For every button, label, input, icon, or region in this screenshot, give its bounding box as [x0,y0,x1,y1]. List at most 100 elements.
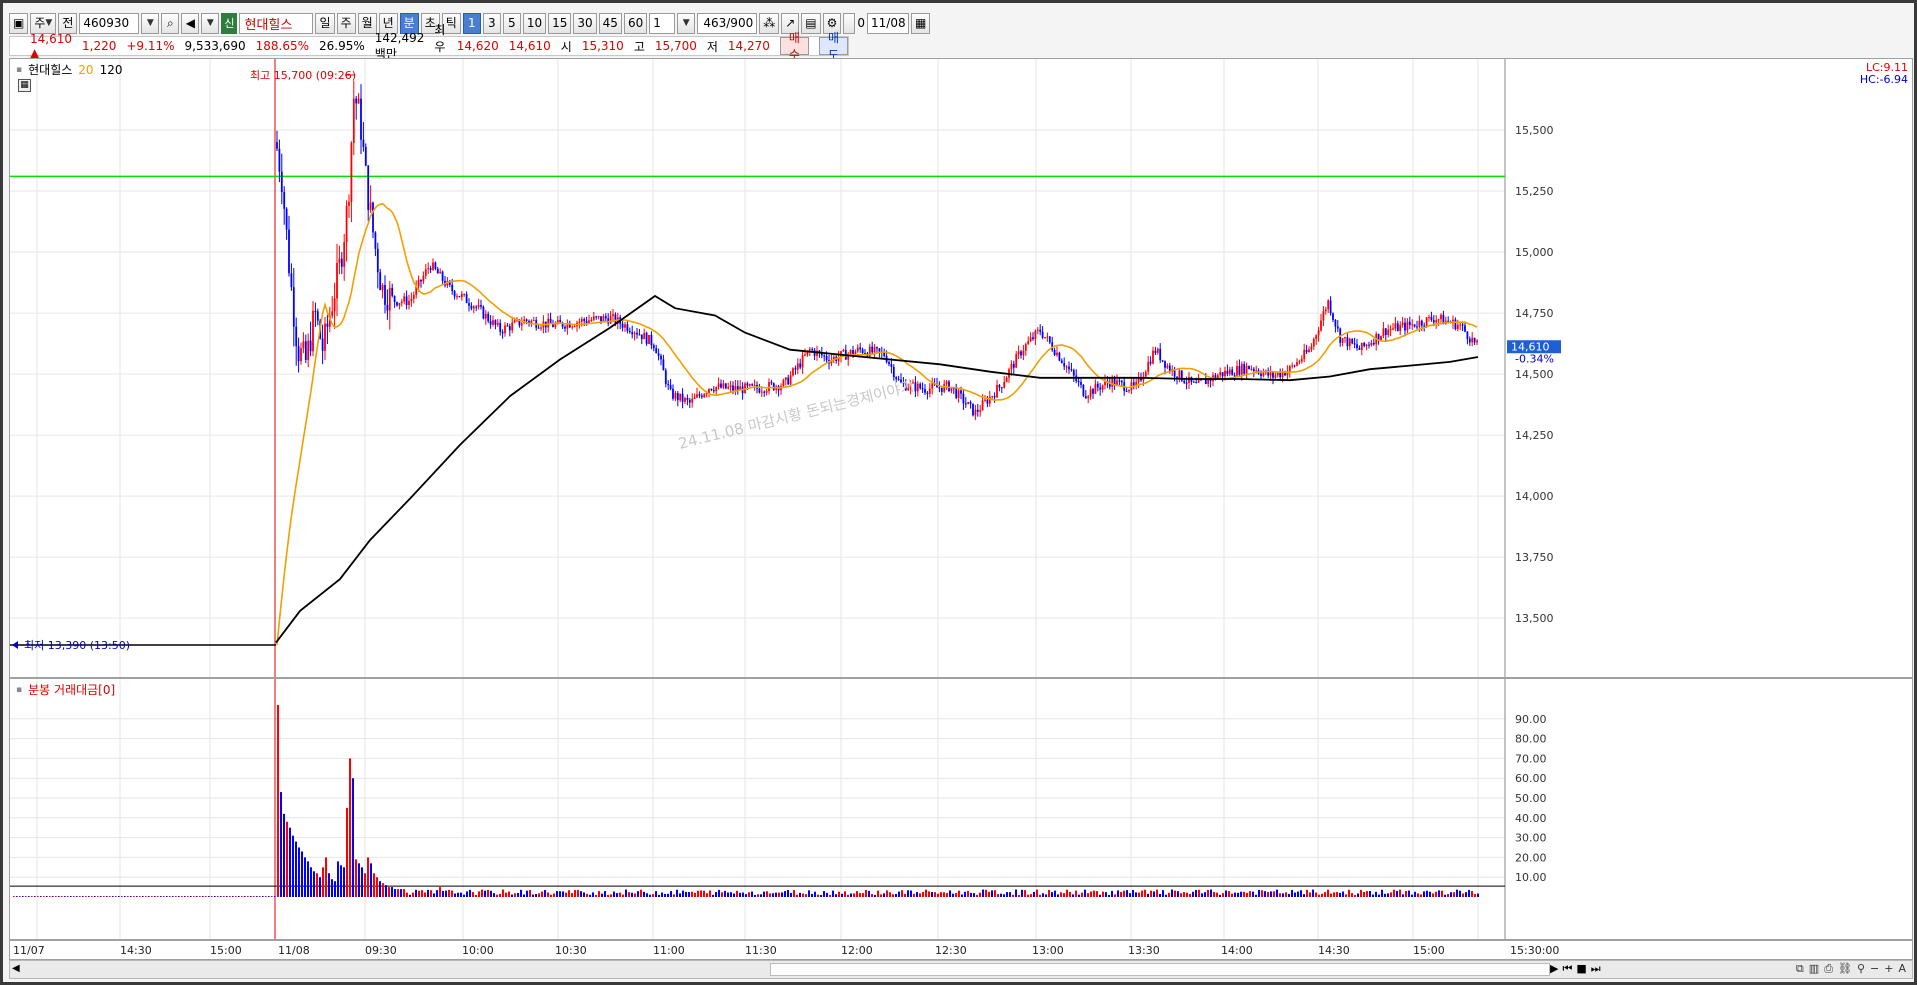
buy-button[interactable]: 매수 [779,31,809,62]
candle-body [1276,372,1279,376]
volume-bar [232,896,234,897]
volume-bar [1369,890,1371,897]
candle-body [501,331,504,334]
collapse-icon[interactable]: ▪ [16,685,22,695]
print-icon[interactable]: ⎙ [1824,962,1833,976]
period-month[interactable]: 월 [357,12,377,34]
candle-body [1005,377,1008,383]
candle-body [588,320,590,323]
candle-body [1082,384,1085,396]
volume-bar [130,896,132,897]
speaker-dropdown[interactable]: ▼ [201,12,220,34]
date-input[interactable]: 11/08 [867,12,910,34]
stop-icon[interactable]: ■ [1576,962,1586,976]
candle-body [1456,324,1459,330]
volume-bar [886,890,888,897]
period-day[interactable]: 일 [315,12,335,34]
candle-body [976,409,979,412]
interval-5[interactable]: 5 [502,12,521,34]
price-pane[interactable]: 15,500 15,250 15,000 14,750 14,500 14,250 14,0… [9,58,1913,678]
candle-body [1226,370,1229,374]
grid-icon[interactable]: ▥ [1809,962,1819,976]
candle-body [1312,339,1315,347]
candle-body [1060,360,1063,364]
volume-bar [628,892,630,897]
zoom-icon[interactable]: ⚲ [1857,962,1865,976]
interval-3[interactable]: 3 [482,12,501,34]
candle-body [384,284,386,305]
scroll-thumb[interactable] [770,963,1550,976]
volume-bar [1135,892,1137,897]
market-select[interactable]: 주 ▼ [30,12,57,34]
volume-bar [985,889,987,897]
candle-body [480,305,482,307]
volume-pane[interactable]: 90.00 80.00 70.00 60.00 50.00 40.00 30.00 20.00… [9,678,1913,940]
candle-body [492,320,494,325]
window-icon[interactable]: ▣ [9,12,29,34]
volume-bar [1192,891,1194,897]
calendar-icon[interactable]: ▦ [911,12,931,34]
sell-button[interactable]: 매도 [818,31,848,62]
link-icon[interactable]: ⛓ [1838,962,1852,976]
volume-bar [502,889,504,897]
code-input[interactable]: 460930 [79,12,140,34]
volume-bar [190,896,192,897]
volume-bar [1384,893,1386,897]
candle-body [343,241,346,267]
table-icon[interactable]: ▦ [18,79,31,92]
rewind-icon[interactable]: ⏮ [1562,962,1572,976]
volume-bar [604,891,606,897]
code-dropdown[interactable]: ▼ [141,12,160,34]
y-tick-label: 70.00 [1515,752,1547,765]
checkbox[interactable] [843,12,856,34]
prev-button[interactable]: 전 [58,12,78,34]
layout-icon[interactable]: ⧉ [1796,962,1804,976]
candle-body [1274,375,1277,378]
count-input[interactable]: 463/900 [697,12,758,34]
candle-body [1334,319,1337,327]
candle-body [621,323,624,328]
candle-body [360,98,362,140]
search-icon[interactable]: ⌕ [161,12,180,34]
high-price: 15,700 [654,39,697,53]
next-icon[interactable]: ▶ [1550,962,1558,976]
candle-body [1236,366,1238,376]
speaker-icon[interactable]: ◀ [181,12,200,34]
candle-body [1070,369,1073,371]
collapse-icon[interactable]: ▪ [16,65,22,75]
period-week[interactable]: 주 [336,12,356,34]
candle-body [590,319,593,321]
x-tick-label: 10:00 [462,944,494,957]
interval-1[interactable]: 1 [462,12,481,34]
interval-15[interactable]: 15 [548,12,572,34]
interval-dropdown[interactable]: ▼ [677,12,696,34]
chart-scrollbar[interactable]: ◀ ▶ ⏮ ■ ⏭ ⧉ ▥ ⎙ ⛓ ⚲ − + A [9,960,1913,979]
font-icon[interactable]: A [1898,962,1906,976]
interval-30[interactable]: 30 [573,12,597,34]
interval-45[interactable]: 45 [598,12,622,34]
candle-body [1329,300,1332,314]
volume-bar [157,896,159,897]
volume-bar [1150,890,1152,897]
interval-60[interactable]: 60 [623,12,648,34]
scroll-left-icon[interactable]: ◀ [12,963,20,974]
volume-bar [310,867,312,897]
candle-body [1396,323,1399,332]
volume-bar [952,893,954,897]
zoom-in-icon[interactable]: + [1884,962,1893,976]
interval-input[interactable]: 1 [649,12,676,34]
volume-bar [1198,889,1200,897]
stock-name[interactable]: 현대힐스 [239,12,314,34]
volume-bar [838,891,840,897]
candle-body [456,296,458,298]
volume-bar [271,896,273,897]
volume-bar [1033,891,1035,897]
fast-forward-icon[interactable]: ⏭ [1591,962,1601,976]
zoom-out-icon[interactable]: − [1870,962,1879,976]
y-tick-label: 60.00 [1515,772,1547,785]
indicator-icon[interactable]: ⁂ [759,12,780,34]
volume-bar [940,892,942,897]
save-icon[interactable]: ▤ [801,12,821,34]
volume-bar [1459,890,1461,897]
interval-10[interactable]: 10 [522,12,547,34]
